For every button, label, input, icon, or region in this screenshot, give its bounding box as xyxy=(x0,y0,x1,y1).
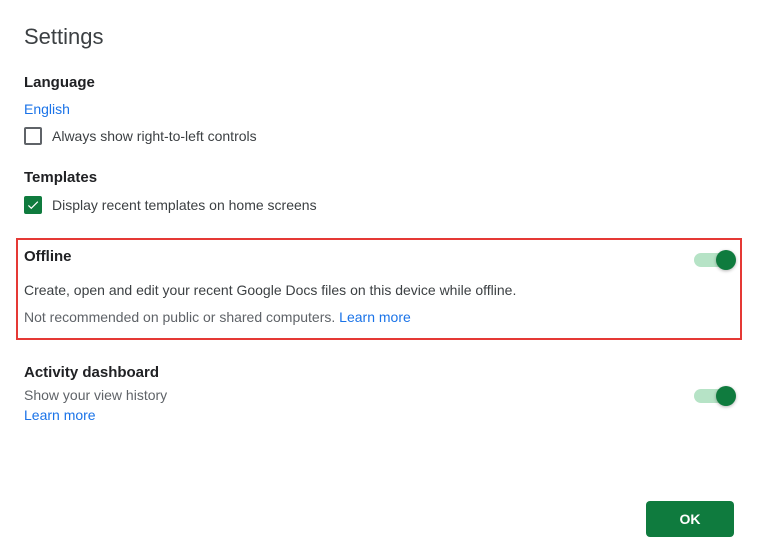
check-icon xyxy=(26,198,40,212)
language-section: Language English Always show right-to-le… xyxy=(24,74,734,145)
language-current-link[interactable]: English xyxy=(24,101,70,117)
offline-warning: Not recommended on public or shared comp… xyxy=(24,307,734,328)
rtl-checkbox-label: Always show right-to-left controls xyxy=(52,128,257,144)
toggle-thumb xyxy=(716,386,736,406)
offline-description: Create, open and edit your recent Google… xyxy=(24,280,734,301)
offline-header: Offline xyxy=(24,248,694,265)
activity-toggle[interactable] xyxy=(694,386,734,406)
offline-warning-text: Not recommended on public or shared comp… xyxy=(24,309,339,325)
page-title: Settings xyxy=(24,24,734,50)
templates-header: Templates xyxy=(24,169,734,186)
offline-toggle[interactable] xyxy=(694,250,734,270)
language-header: Language xyxy=(24,74,734,91)
rtl-checkbox-row: Always show right-to-left controls xyxy=(24,127,734,145)
offline-highlight: Offline Create, open and edit your recen… xyxy=(16,238,742,340)
activity-subtitle: Show your view history xyxy=(24,387,694,403)
activity-learn-more-link[interactable]: Learn more xyxy=(24,407,96,423)
offline-learn-more-link[interactable]: Learn more xyxy=(339,309,411,325)
activity-header: Activity dashboard xyxy=(24,364,694,381)
templates-checkbox-row: Display recent templates on home screens xyxy=(24,196,734,214)
rtl-checkbox[interactable] xyxy=(24,127,42,145)
templates-checkbox[interactable] xyxy=(24,196,42,214)
toggle-thumb xyxy=(716,250,736,270)
ok-button[interactable]: OK xyxy=(646,501,734,537)
templates-section: Templates Display recent templates on ho… xyxy=(24,169,734,214)
activity-section: Activity dashboard Show your view histor… xyxy=(24,364,734,423)
templates-checkbox-label: Display recent templates on home screens xyxy=(52,197,317,213)
footer: OK xyxy=(0,501,758,537)
